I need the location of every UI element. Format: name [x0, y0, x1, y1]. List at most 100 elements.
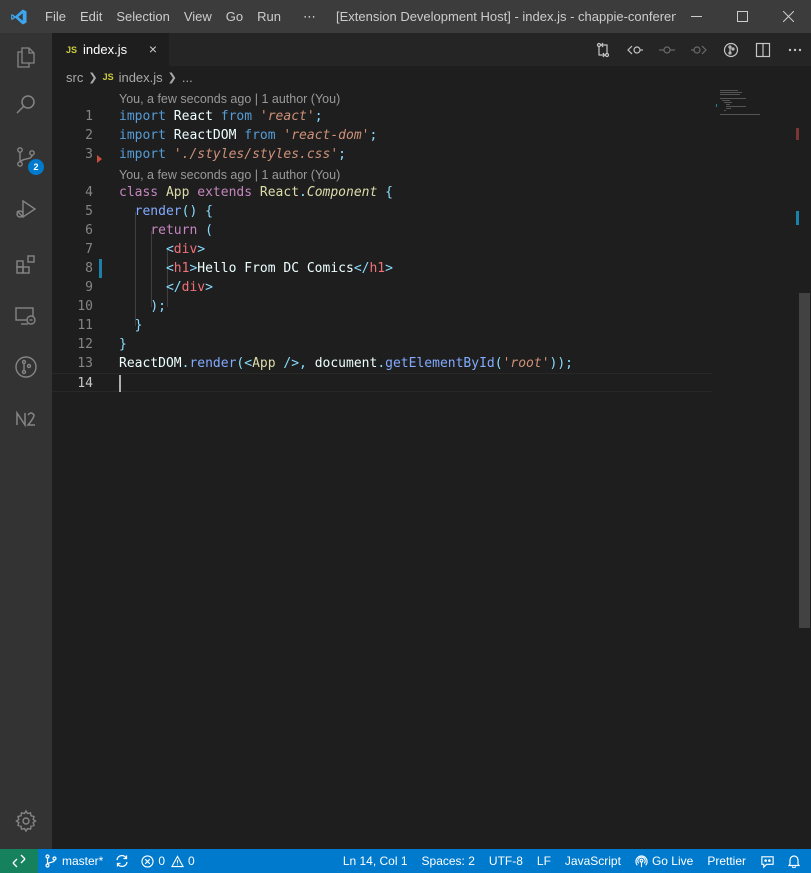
more-actions-button[interactable]: [779, 33, 811, 66]
code-text: import React from 'react';: [119, 109, 323, 124]
minimize-button[interactable]: [673, 0, 719, 33]
code-text: </div>: [165, 280, 213, 295]
line-number: 6: [85, 223, 93, 238]
more-actions-icon: [788, 48, 802, 51]
branch-status[interactable]: master*: [38, 849, 109, 873]
previous-revision-button[interactable]: [619, 33, 651, 66]
code-text: render() {: [134, 204, 213, 219]
code-line: 1 import React from 'react';: [52, 107, 712, 126]
code-text: import ReactDOM from 'react-dom';: [119, 128, 378, 143]
status-bar-right: Ln 14, Col 1 Spaces: 2 UTF-8 LF JavaScri…: [337, 849, 811, 873]
nx-console-button[interactable]: [0, 395, 52, 443]
warning-icon: [171, 854, 185, 867]
menu-go[interactable]: Go: [219, 0, 250, 33]
git-graph-button[interactable]: [0, 343, 52, 391]
line-number: 14: [77, 376, 93, 391]
breadcrumb-folder[interactable]: src: [66, 70, 83, 85]
notifications-button[interactable]: [781, 849, 811, 873]
previous-revision-icon: [627, 45, 643, 54]
code-line: 12 }: [52, 335, 712, 354]
menu-selection[interactable]: Selection: [109, 0, 176, 33]
menu-edit[interactable]: Edit: [73, 0, 109, 33]
language-mode[interactable]: JavaScript: [559, 849, 629, 873]
window-title: [Extension Development Host] - index.js …: [336, 9, 676, 24]
cursor-position[interactable]: Ln 14, Col 1: [337, 849, 416, 873]
eol-status[interactable]: LF: [531, 849, 559, 873]
line-number: 1: [85, 109, 93, 124]
indentation-status[interactable]: Spaces: 2: [416, 849, 483, 873]
status-bar: master* 0 0 Ln 14, Col 1 Spaces: 2 UTF-8…: [0, 849, 811, 873]
extensions-button[interactable]: [0, 241, 52, 289]
maximize-button[interactable]: [719, 0, 765, 33]
feedback-icon: [761, 855, 774, 868]
manage-button[interactable]: [0, 797, 52, 845]
code-line-current: 14: [52, 373, 712, 392]
git-graph-icon: [15, 356, 37, 378]
scm-badge: 2: [28, 159, 44, 175]
breadcrumb-symbol[interactable]: ...: [182, 70, 193, 85]
scroll-decoration: [796, 211, 799, 225]
tab-index-js[interactable]: JS index.js ×: [52, 33, 169, 66]
vertical-scrollbar[interactable]: [796, 88, 810, 849]
prettier-status[interactable]: Prettier: [701, 849, 754, 873]
title-bar: File Edit Selection View Go Run ⋯ [Exten…: [0, 0, 811, 33]
chevron-right-icon: ❯: [88, 71, 98, 84]
deleted-line-marker[interactable]: [97, 155, 102, 163]
code-line: 4 class App extends React.Component {: [52, 183, 712, 202]
line-number: 11: [77, 318, 93, 333]
remote-explorer-button[interactable]: [0, 292, 52, 340]
extensions-icon: [16, 255, 35, 274]
branch-name: master*: [62, 854, 104, 868]
commit-revision-button[interactable]: [651, 33, 683, 66]
go-live-button[interactable]: Go Live: [629, 849, 701, 873]
code-text: ReactDOM.render(<App />, document.getEle…: [119, 356, 574, 371]
line-number: 2: [85, 128, 93, 143]
feedback-button[interactable]: [754, 849, 781, 873]
run-debug-button[interactable]: [0, 185, 52, 233]
encoding-status[interactable]: UTF-8: [483, 849, 531, 873]
line-number: 9: [85, 280, 93, 295]
explorer-button[interactable]: [0, 33, 52, 81]
menu-run[interactable]: Run: [250, 0, 288, 33]
git-branch-icon: [45, 854, 57, 868]
menu-view[interactable]: View: [177, 0, 219, 33]
problems-status[interactable]: 0 0: [135, 849, 200, 873]
git-lens-icon: [723, 42, 739, 57]
warning-count: 0: [188, 854, 195, 868]
scrollbar-thumb[interactable]: [799, 293, 810, 628]
sync-button[interactable]: [109, 849, 135, 873]
activity-bar: 2: [0, 33, 52, 849]
next-revision-button[interactable]: [683, 33, 715, 66]
code-editor[interactable]: You, a few seconds ago | 1 author (You) …: [52, 88, 811, 849]
code-line: 7 <div>: [52, 240, 712, 259]
git-commit-icon: [659, 45, 675, 54]
source-control-button[interactable]: 2: [0, 133, 52, 181]
close-icon: [782, 11, 794, 22]
code-text: );: [150, 299, 166, 314]
error-count: 0: [158, 854, 166, 868]
toggle-file-blame-button[interactable]: [715, 33, 747, 66]
menu-more[interactable]: ⋯: [296, 0, 323, 33]
menu-file[interactable]: File: [38, 0, 73, 33]
tab-bar: JS index.js ×: [52, 33, 811, 66]
line-number: 4: [85, 185, 93, 200]
code-text: import './styles/styles.css';: [119, 147, 346, 162]
bell-icon: [787, 855, 801, 868]
nx-console-icon: [16, 410, 35, 428]
menu-bar: File Edit Selection View Go Run ⋯: [38, 0, 323, 33]
explorer-icon: [17, 47, 35, 68]
close-tab-button[interactable]: ×: [145, 41, 161, 57]
split-editor-icon: [755, 42, 771, 57]
open-changes-button[interactable]: [587, 33, 619, 66]
close-window-button[interactable]: [765, 0, 811, 33]
line-number: 5: [85, 204, 93, 219]
javascript-file-icon: JS: [66, 44, 78, 55]
minimap[interactable]: [716, 88, 796, 128]
run-debug-icon: [16, 199, 37, 219]
line-number: 13: [77, 356, 93, 371]
breadcrumb-file[interactable]: index.js: [119, 70, 163, 85]
search-button[interactable]: [0, 81, 52, 129]
code-text: return (: [150, 223, 213, 238]
split-editor-button[interactable]: [747, 33, 779, 66]
remote-indicator[interactable]: [0, 849, 38, 873]
